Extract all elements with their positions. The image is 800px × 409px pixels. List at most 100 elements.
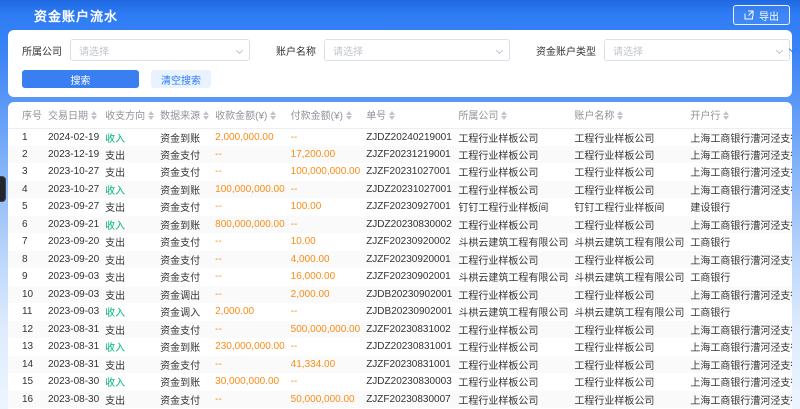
cell-company: 工程行业样板公司: [458, 338, 574, 356]
cell-no: 11: [8, 303, 48, 321]
cell-date: 2023-08-31: [48, 338, 105, 356]
cell-no: 14: [8, 356, 48, 374]
table-row: 92023-09-03支出资金支付--16,000.00ZJZF20230902…: [8, 268, 792, 286]
cell-bank: 上海工商银行漕河泾支行: [690, 356, 792, 374]
table-header-row: 序号交易日期收支方向数据来源收款金额(¥)付款金额(¥)单号所属公司账户名称开户…: [8, 102, 792, 128]
cell-order_no: ZJDB20230902001: [366, 286, 458, 304]
cell-no: 4: [8, 181, 48, 199]
table-row: 62023-09-21收入资金到账800,000,000.00--ZJDZ202…: [8, 216, 792, 234]
cell-pay: 100.00: [291, 198, 367, 216]
cell-source: 资金支付: [160, 268, 215, 286]
account-name-filter-label: 账户名称: [276, 43, 316, 58]
chevron-down-icon: [776, 47, 783, 54]
column-header-source[interactable]: 数据来源: [160, 102, 215, 128]
column-header-bank[interactable]: 开户行: [690, 102, 792, 128]
cell-date: 2023-09-03: [48, 268, 105, 286]
cell-pay: --: [291, 338, 367, 356]
company-select[interactable]: 请选择: [70, 39, 250, 61]
cell-company: 工程行业样板公司: [458, 321, 574, 339]
cell-pay: --: [291, 181, 367, 199]
cell-pay: 500,000,000.00: [291, 321, 367, 339]
sort-icon[interactable]: [270, 111, 276, 120]
cell-pay: 2,000.00: [291, 286, 367, 304]
sort-icon[interactable]: [501, 111, 507, 120]
sort-icon[interactable]: [389, 111, 395, 120]
cell-bank: 工商银行: [690, 233, 792, 251]
cell-account_name: 工程行业样板公司: [574, 356, 690, 374]
cell-source: 资金支付: [160, 233, 215, 251]
expand-filters-link[interactable]: 展开筛选: [790, 43, 800, 58]
sort-icon[interactable]: [148, 111, 154, 120]
cell-company: 工程行业样板公司: [458, 391, 574, 409]
company-filter-label: 所属公司: [22, 43, 62, 58]
cell-pay: 16,000.00: [291, 268, 367, 286]
clear-search-button[interactable]: 清空搜索: [151, 70, 211, 88]
account-type-filter-label: 资金账户类型: [536, 43, 596, 58]
column-header-pay[interactable]: 付款金额(¥): [291, 102, 367, 128]
cell-receive: --: [215, 146, 291, 164]
cell-source: 资金调入: [160, 303, 215, 321]
account-name-select[interactable]: 请选择: [324, 39, 510, 61]
cell-order_no: ZJZF20231219001: [366, 146, 458, 164]
export-button-label: 导出: [759, 8, 779, 23]
table-row: 32023-10-27支出资金支付--100,000,000.00ZJZF202…: [8, 163, 792, 181]
cell-direction: 支出: [105, 356, 160, 374]
cell-account_name: 工程行业样板公司: [574, 181, 690, 199]
cell-company: 斗栱云建筑工程有限公司: [458, 303, 574, 321]
filter-actions: 搜索 清空搜索: [22, 70, 778, 88]
search-button[interactable]: 搜索: [22, 70, 139, 88]
column-header-receive[interactable]: 收款金额(¥): [215, 102, 291, 128]
column-header-direction[interactable]: 收支方向: [105, 102, 160, 128]
cell-date: 2023-10-27: [48, 181, 105, 199]
cell-company: 工程行业样板公司: [458, 251, 574, 269]
column-header-order_no[interactable]: 单号: [366, 102, 458, 128]
cell-date: 2023-09-03: [48, 303, 105, 321]
cell-pay: --: [291, 373, 367, 391]
cell-receive: --: [215, 286, 291, 304]
cell-direction: 支出: [105, 146, 160, 164]
table-row: 82023-09-20支出资金支付--4,000.00ZJZF202309200…: [8, 251, 792, 269]
table-row: 102023-09-03支出资金调出--2,000.00ZJDB20230902…: [8, 286, 792, 304]
cell-date: 2023-09-21: [48, 216, 105, 234]
cell-pay: 41,334.00: [291, 356, 367, 374]
cell-source: 资金支付: [160, 391, 215, 409]
table-row: 52023-09-27支出资金支付--100.00ZJZF20230927001…: [8, 198, 792, 216]
cell-direction: 收入: [105, 128, 160, 146]
side-drawer-handle[interactable]: [0, 176, 6, 202]
export-button[interactable]: 导出: [733, 5, 790, 25]
cell-bank: 建设银行: [690, 198, 792, 216]
cell-source: 资金到账: [160, 373, 215, 391]
table-row: 22023-12-19支出资金支付--17,200.00ZJZF20231219…: [8, 146, 792, 164]
cell-bank: 工商银行: [690, 303, 792, 321]
cell-direction: 支出: [105, 391, 160, 409]
cell-date: 2023-08-31: [48, 321, 105, 339]
cell-pay: 10.00: [291, 233, 367, 251]
cell-account_name: 工程行业样板公司: [574, 216, 690, 234]
cell-source: 资金到账: [160, 128, 215, 146]
cell-date: 2023-12-19: [48, 146, 105, 164]
cell-order_no: ZJZF20231027001: [366, 163, 458, 181]
sort-icon[interactable]: [723, 111, 729, 120]
cell-order_no: ZJDZ20230831001: [366, 338, 458, 356]
column-header-account_name[interactable]: 账户名称: [574, 102, 690, 128]
cell-source: 资金支付: [160, 146, 215, 164]
cell-receive: --: [215, 163, 291, 181]
sort-icon[interactable]: [203, 111, 209, 120]
cell-direction: 支出: [105, 321, 160, 339]
cell-no: 1: [8, 128, 48, 146]
cell-pay: --: [291, 303, 367, 321]
column-header-company[interactable]: 所属公司: [458, 102, 574, 128]
export-icon: [744, 10, 754, 20]
cell-no: 8: [8, 251, 48, 269]
cell-source: 资金支付: [160, 356, 215, 374]
transactions-table: 序号交易日期收支方向数据来源收款金额(¥)付款金额(¥)单号所属公司账户名称开户…: [8, 102, 792, 409]
cell-direction: 支出: [105, 286, 160, 304]
sort-icon[interactable]: [346, 111, 352, 120]
cell-no: 15: [8, 373, 48, 391]
cell-receive: --: [215, 233, 291, 251]
account-type-select[interactable]: 请选择: [604, 39, 790, 61]
sort-icon[interactable]: [617, 111, 623, 120]
sort-icon[interactable]: [91, 111, 97, 120]
cell-pay: 4,000.00: [291, 251, 367, 269]
column-header-date[interactable]: 交易日期: [48, 102, 105, 128]
